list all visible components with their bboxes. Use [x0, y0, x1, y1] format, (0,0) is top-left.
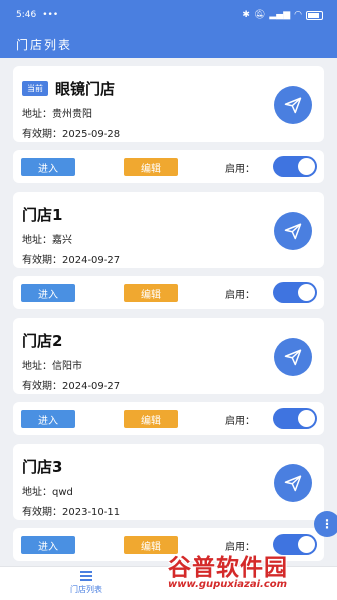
- store-card[interactable]: 当前 眼镜门店 地址：贵州贵阳 有效期：2025-09-28: [13, 66, 324, 142]
- enable-label: 启用：: [225, 290, 255, 301]
- current-tag: 当前: [22, 81, 48, 96]
- enter-button[interactable]: 进入: [21, 410, 75, 428]
- wifi-icon: ◠: [294, 10, 302, 20]
- mute-icon: 🔕︎: [253, 10, 266, 20]
- store-list[interactable]: 当前 眼镜门店 地址：贵州贵阳 有效期：2025-09-28 进入 编辑 启用：…: [0, 58, 337, 566]
- watermark-title: 谷普软件园: [168, 555, 288, 581]
- watermark-logo: 谷普软件园 www.gupuxiazai.com: [168, 548, 336, 600]
- store-validity: 有效期：2023-10-11: [22, 507, 121, 518]
- enable-label: 启用：: [225, 416, 255, 427]
- store-address: 地址：qwd: [22, 487, 73, 498]
- enter-button[interactable]: 进入: [21, 158, 75, 176]
- store-name: 门店1: [22, 206, 63, 224]
- enable-toggle[interactable]: [273, 156, 317, 177]
- edit-button[interactable]: 编辑: [124, 410, 178, 428]
- store-name: 眼镜门店: [55, 80, 116, 98]
- tab-store-list[interactable]: 门店列表: [58, 571, 114, 595]
- store-card[interactable]: 门店1 地址：嘉兴 有效期：2024-09-27: [13, 192, 324, 268]
- enable-label: 启用：: [225, 164, 255, 175]
- toggle-knob: [298, 410, 315, 427]
- store-card[interactable]: 门店2 地址：信阳市 有效期：2024-09-27: [13, 318, 324, 394]
- send-icon: [284, 97, 302, 114]
- store-validity: 有效期：2024-09-27: [22, 255, 121, 266]
- toggle-knob: [298, 284, 315, 301]
- more-options-button[interactable]: ⋮: [314, 511, 337, 537]
- enter-button[interactable]: 进入: [21, 284, 75, 302]
- notification-dots: •••: [42, 10, 59, 20]
- navigate-button[interactable]: [274, 86, 312, 124]
- list-icon: [80, 571, 92, 581]
- enable-toggle[interactable]: [273, 282, 317, 303]
- navigate-button[interactable]: [274, 338, 312, 376]
- status-bar: 5:46 ••• ✱ 🔕︎ ▂▄▆ ◠: [0, 0, 337, 30]
- store-validity: 有效期：2024-09-27: [22, 381, 121, 392]
- store-address: 地址：嘉兴: [22, 235, 72, 246]
- store-actions: 进入 编辑 启用：: [13, 402, 324, 435]
- battery-icon: [306, 10, 323, 20]
- enable-toggle[interactable]: [273, 408, 317, 429]
- navigate-button[interactable]: [274, 464, 312, 502]
- status-time: 5:46: [16, 10, 37, 20]
- send-icon: [284, 475, 302, 492]
- store-actions: 进入 编辑 启用：: [13, 150, 324, 183]
- bluetooth-icon: ✱: [242, 10, 250, 20]
- navigate-button[interactable]: [274, 212, 312, 250]
- store-name: 门店3: [22, 458, 63, 476]
- edit-button[interactable]: 编辑: [124, 158, 178, 176]
- tab-label: 门店列表: [70, 585, 102, 594]
- send-icon: [284, 223, 302, 240]
- watermark-url: www.gupuxiazai.com: [168, 579, 288, 590]
- store-validity: 有效期：2025-09-28: [22, 129, 121, 140]
- signal-icon: ▂▄▆: [269, 10, 291, 20]
- store-address: 地址：贵州贵阳: [22, 109, 92, 120]
- toggle-knob: [298, 158, 315, 175]
- app-header: 5:46 ••• ✱ 🔕︎ ▂▄▆ ◠ 门店列表: [0, 0, 337, 58]
- enter-button[interactable]: 进入: [21, 536, 75, 554]
- page-title: 门店列表: [16, 38, 73, 52]
- edit-button[interactable]: 编辑: [124, 284, 178, 302]
- send-icon: [284, 349, 302, 366]
- store-address: 地址：信阳市: [22, 361, 82, 372]
- store-actions: 进入 编辑 启用：: [13, 276, 324, 309]
- store-name: 门店2: [22, 332, 63, 350]
- store-card[interactable]: 门店3 地址：qwd 有效期：2023-10-11: [13, 444, 324, 520]
